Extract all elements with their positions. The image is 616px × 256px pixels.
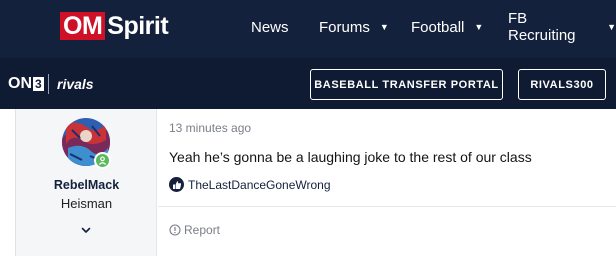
post-message: Yeah he’s gonna be a laughing joke to th…	[169, 149, 532, 165]
nav-football-label: Football	[411, 18, 465, 36]
site-logo[interactable]: OM Spirit	[60, 9, 169, 43]
report-label: Report	[184, 223, 221, 237]
on3-logo[interactable]: ON 3	[8, 75, 44, 93]
nav-forums[interactable]: Forums ▼	[319, 0, 389, 54]
baseball-transfer-portal-label: BASEBALL TRANSFER PORTAL	[314, 78, 499, 91]
post-footer-divider	[158, 206, 616, 207]
chevron-down-icon[interactable]	[79, 223, 93, 237]
nav-news-label: News	[251, 18, 289, 36]
reaction-user[interactable]: TheLastDanceGoneWrong	[188, 178, 331, 192]
post-timestamp[interactable]: 13 minutes ago	[169, 121, 251, 135]
report-link[interactable]: Report	[169, 223, 220, 237]
nav-forums-label: Forums	[319, 18, 370, 36]
logo-spirit: Spirit	[107, 11, 169, 40]
nav-fb-recruiting-label: FB Recruiting	[508, 10, 576, 44]
online-status-icon	[94, 152, 111, 169]
caret-down-icon: ▼	[607, 22, 616, 32]
post-author-name[interactable]: RebelMack	[16, 178, 157, 192]
post-author-title: Heisman	[60, 196, 113, 211]
logo-om: OM	[60, 12, 106, 40]
network-bar: ON 3 rivals BASEBALL TRANSFER PORTAL RIVA…	[0, 58, 616, 109]
rivals-logo[interactable]: rivals	[57, 76, 94, 92]
forum-post: RebelMack Heisman 13 minutes ago Yeah he…	[15, 109, 616, 256]
on3-logo-box: 3	[33, 77, 44, 91]
on3-logo-text: ON	[8, 75, 32, 92]
reaction-bar[interactable]: TheLastDanceGoneWrong	[169, 177, 331, 192]
nav-news[interactable]: News	[251, 0, 289, 54]
nav-fb-recruiting[interactable]: FB Recruiting ▼	[508, 0, 616, 54]
caret-down-icon: ▼	[474, 22, 484, 32]
caret-down-icon: ▼	[379, 22, 389, 32]
top-nav-bar: OM Spirit News Forums ▼ Football ▼ FB Re…	[0, 0, 616, 58]
post-user-pane: RebelMack Heisman	[16, 109, 157, 256]
rivals300-button[interactable]: RIVALS300	[518, 69, 606, 100]
like-icon	[169, 177, 184, 192]
rivals300-label: RIVALS300	[530, 78, 594, 91]
nav-football[interactable]: Football ▼	[411, 0, 483, 54]
baseball-transfer-portal-button[interactable]: BASEBALL TRANSFER PORTAL	[310, 69, 503, 100]
brand-divider	[48, 74, 49, 94]
report-icon	[169, 224, 181, 236]
